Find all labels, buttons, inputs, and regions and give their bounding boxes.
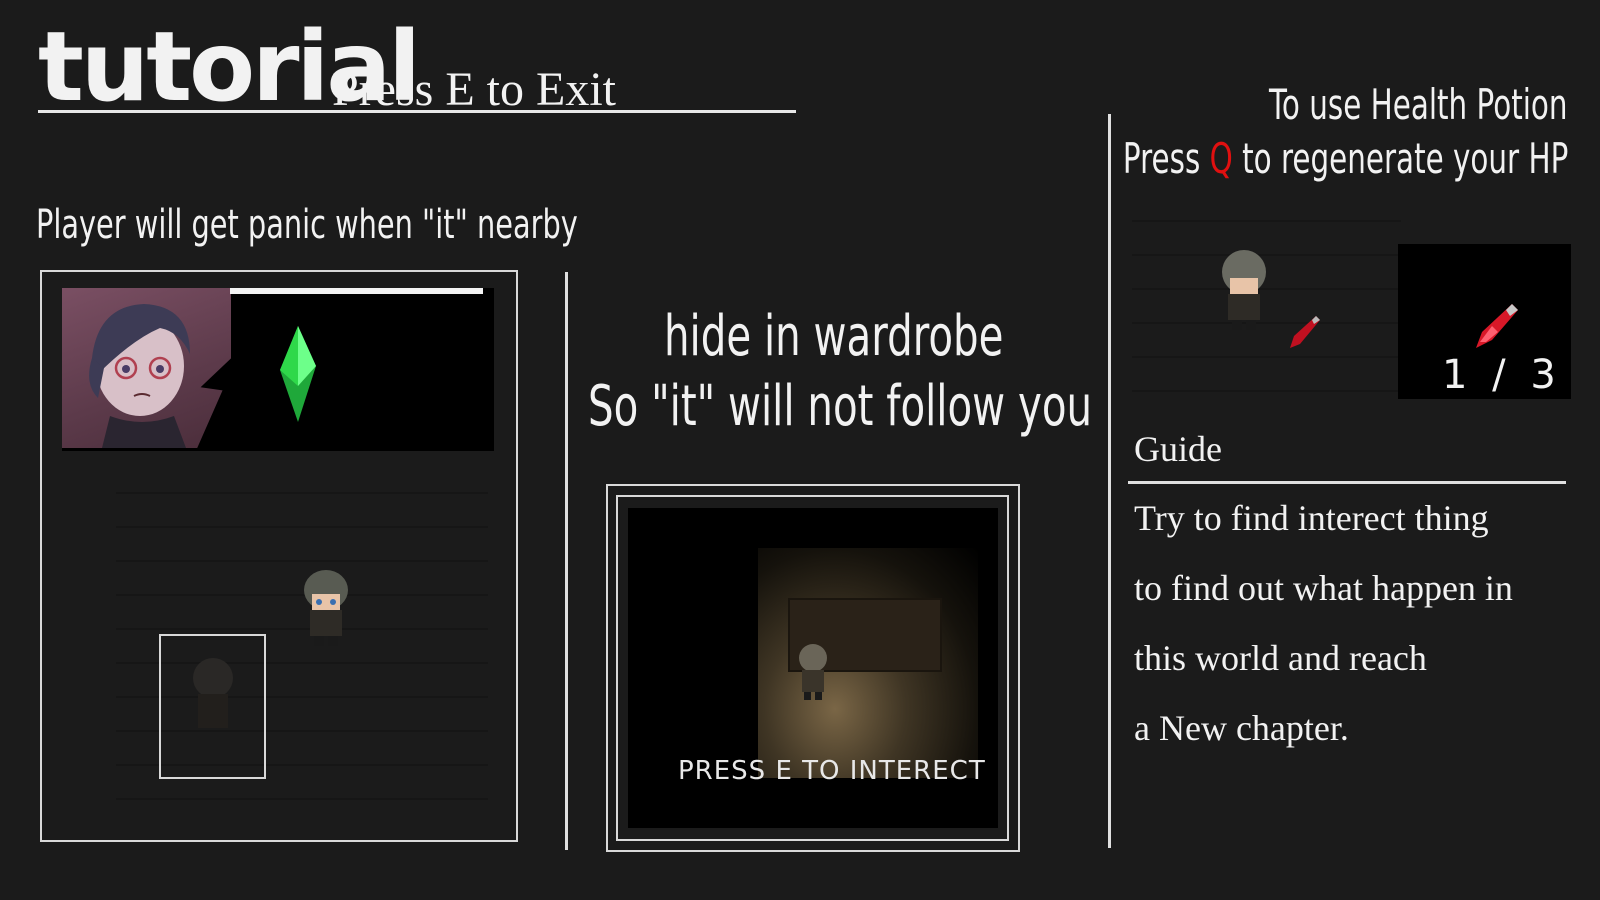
- red-potion-icon: [1290, 316, 1320, 348]
- panic-bar: [230, 288, 483, 294]
- player-portrait: [62, 288, 231, 448]
- potion-caption-prefix: Press: [1122, 134, 1210, 183]
- title-underline: [38, 110, 796, 113]
- guide-line-1: Try to find interect thing: [1134, 498, 1489, 538]
- it-creature-icon: [193, 658, 233, 728]
- player-sprite-icon: [1222, 250, 1266, 330]
- panel-divider-right: [1108, 114, 1111, 848]
- guide-label: Guide: [1134, 429, 1222, 469]
- potion-caption-line2: Press Q to regenerate your HP: [1123, 134, 1568, 183]
- potion-counter: 1 / 3: [1442, 352, 1562, 398]
- red-potion-icon: [1476, 304, 1518, 348]
- player-sprite-icon: [304, 570, 348, 646]
- guide-line-4: a New chapter.: [1134, 708, 1349, 748]
- guide-line-3: this world and reach: [1134, 638, 1427, 678]
- hide-caption-line1: hide in wardrobe: [664, 304, 1004, 369]
- green-crystal-icon: [280, 326, 316, 422]
- interact-prompt: PRESS E TO INTERECT: [678, 756, 986, 786]
- potion-caption-line1: To use Health Potion: [1269, 80, 1568, 129]
- player-sprite-small-icon: [799, 644, 827, 700]
- player-face-icon: [89, 304, 190, 448]
- wardrobe-scene: PRESS E TO INTERECT: [628, 508, 998, 828]
- panel-divider-left: [565, 272, 568, 850]
- potion-caption-suffix: to regenerate your HP: [1232, 134, 1568, 183]
- potion-key: Q: [1209, 134, 1233, 183]
- hide-caption-line2: So "it" will not follow you: [588, 374, 1093, 439]
- guide-line-2: to find out what happen in: [1134, 568, 1513, 608]
- guide-underline: [1128, 481, 1566, 484]
- panic-caption: Player will get panic when "it" nearby: [36, 202, 578, 248]
